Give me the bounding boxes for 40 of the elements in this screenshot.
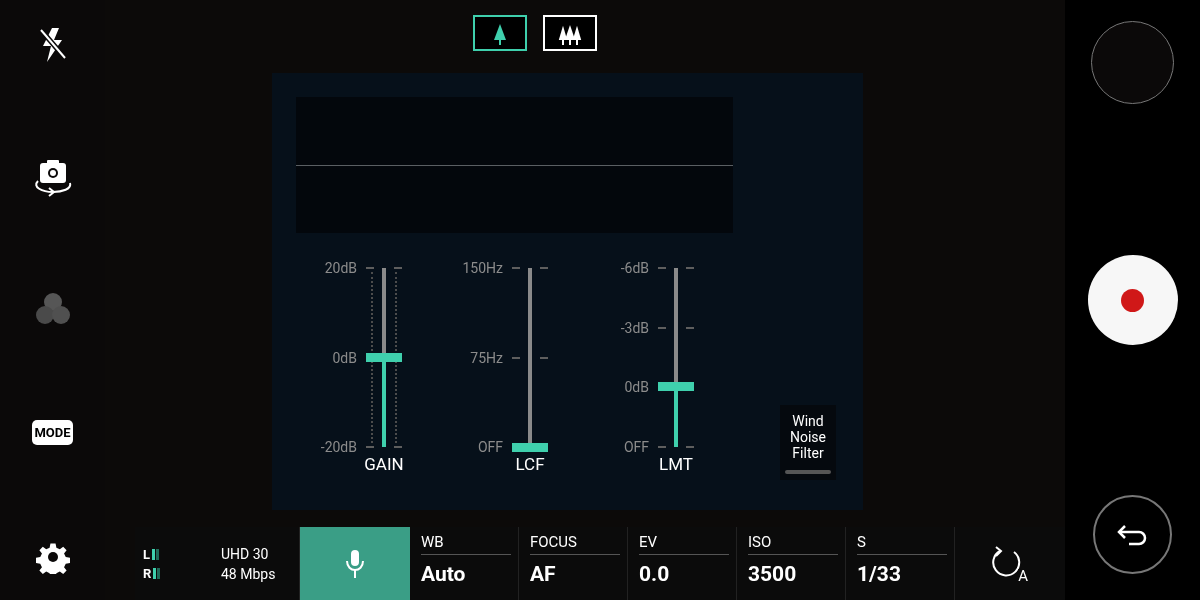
setting-button[interactable]: EV 0.0 xyxy=(628,527,737,600)
channel-label: R xyxy=(143,566,152,580)
back-button[interactable] xyxy=(1093,495,1172,574)
setting-button[interactable]: ISO 3500 xyxy=(737,527,846,600)
scale-label: 0dB xyxy=(624,380,649,395)
scale-label: 20dB xyxy=(324,261,357,275)
scale-label: 150Hz xyxy=(462,261,503,275)
slider-label: GAIN xyxy=(363,456,405,473)
mode-button[interactable]: MODE xyxy=(32,420,73,446)
microphone-button[interactable] xyxy=(300,527,410,600)
resolution-text: UHD 30 xyxy=(221,544,270,564)
scale-label: -20dB xyxy=(320,440,357,454)
bitrate-text: 48 Mbps xyxy=(221,564,276,584)
scale-label: OFF xyxy=(477,440,503,454)
scale-label: OFF xyxy=(623,440,649,454)
scale-label: -3dB xyxy=(620,320,649,335)
level-meter-icon xyxy=(153,567,161,579)
single-tree-mode-button[interactable] xyxy=(473,15,527,51)
slider-thumb[interactable] xyxy=(658,381,694,391)
slider-label: LMT xyxy=(658,456,694,473)
setting-button[interactable]: S 1/33 xyxy=(846,527,955,600)
auto-rotate-button[interactable]: A xyxy=(955,527,1065,600)
slider-thumb[interactable] xyxy=(512,442,548,452)
channel-label: L xyxy=(143,547,151,561)
color-filter-icon[interactable] xyxy=(34,291,71,326)
level-meter-icon xyxy=(152,548,160,560)
slider-label: LCF xyxy=(514,456,546,473)
forest-mode-button[interactable] xyxy=(543,15,597,51)
wind-noise-filter-button[interactable]: Wind Noise Filter xyxy=(780,405,836,480)
setting-button[interactable]: WB Auto xyxy=(410,527,519,600)
scale-label: 0dB xyxy=(332,350,357,365)
scale-label: -6dB xyxy=(620,261,649,275)
flash-off-icon[interactable] xyxy=(37,26,68,64)
slider-thumb[interactable] xyxy=(366,353,402,362)
scale-label: 75Hz xyxy=(470,350,503,365)
microphone-icon xyxy=(344,548,366,579)
setting-button[interactable]: FOCUS AF xyxy=(519,527,628,600)
auto-label: A xyxy=(1018,568,1028,584)
settings-icon[interactable] xyxy=(35,540,70,574)
back-icon xyxy=(1116,523,1149,546)
